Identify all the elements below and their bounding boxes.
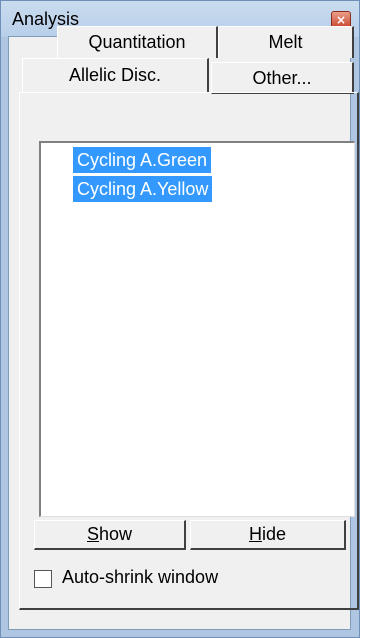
tab-allelic-disc-label: Allelic Disc. (68, 65, 161, 85)
tab-melt[interactable]: Melt (218, 26, 354, 58)
list-item[interactable]: Cycling A.Green (73, 147, 212, 173)
tab-other-label: Other... (252, 67, 312, 88)
list-item-label: Cycling A.Yellow (77, 179, 209, 199)
tab-quantitation-label: Quantitation (88, 32, 186, 52)
list-item[interactable]: Cycling A.Yellow (73, 176, 213, 202)
close-icon: × (335, 13, 347, 27)
tab-allelic-disc[interactable]: Allelic Disc. (22, 58, 209, 92)
auto-shrink-checkbox[interactable] (34, 570, 52, 588)
show-button-mnemonic: S (86, 524, 99, 544)
auto-shrink-label[interactable]: Auto-shrink window (62, 567, 218, 588)
tab-other[interactable]: Other... (211, 62, 354, 94)
hide-button-mnemonic: H (248, 524, 262, 544)
list-item-label: Cycling A.Green (77, 150, 208, 170)
channel-listbox[interactable]: Cycling A.Green Cycling A.Yellow (39, 141, 355, 517)
hide-button[interactable]: Hide (190, 520, 346, 550)
hide-button-rest: ide (261, 524, 287, 544)
show-button-rest: how (98, 524, 133, 544)
tab-quantitation[interactable]: Quantitation (57, 26, 218, 58)
show-button[interactable]: Show (34, 520, 186, 550)
tab-melt-label: Melt (268, 32, 303, 52)
